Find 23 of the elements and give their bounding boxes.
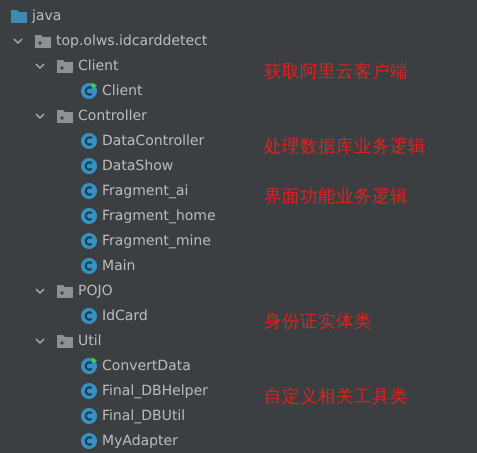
tree-item-label[interactable]: DataShow [102,156,174,176]
tree-item-label[interactable]: Fragment_mine [102,230,211,250]
tree-item-label[interactable]: Fragment_ai [102,180,188,200]
tree-item-label[interactable]: top.olws.idcarddetect [56,30,208,50]
tree-item-label[interactable]: Fragment_home [102,206,216,226]
annotation-text: 获取阿里云客户端 [264,60,408,82]
annotation-text: 身份证实体类 [264,310,372,332]
annotation-text: 自定义相关工具类 [264,386,408,408]
tree-item-label[interactable]: Main [102,256,136,276]
tree-item-label[interactable]: Util [78,330,102,350]
tree-item-label[interactable]: MyAdapter [102,430,178,450]
tree-item-label[interactable]: ConvertData [102,356,191,376]
tree-item-label[interactable]: Client [102,80,143,100]
tree-item-label[interactable]: java [32,6,62,26]
tree-item-label[interactable]: Final_DBUtil [102,406,186,426]
tree-item-label[interactable]: POJO [78,280,113,300]
annotation-text: 界面功能业务逻辑 [264,186,408,208]
tree-item-label[interactable]: DataController [102,130,204,150]
tree-item-label[interactable]: Controller [78,106,147,126]
tree-item-label[interactable]: IdCard [102,306,148,326]
tree-item-label[interactable]: Final_DBHelper [102,380,208,400]
tree-item-label[interactable]: Client [78,56,119,76]
annotation-text: 处理数据库业务逻辑 [264,136,426,158]
